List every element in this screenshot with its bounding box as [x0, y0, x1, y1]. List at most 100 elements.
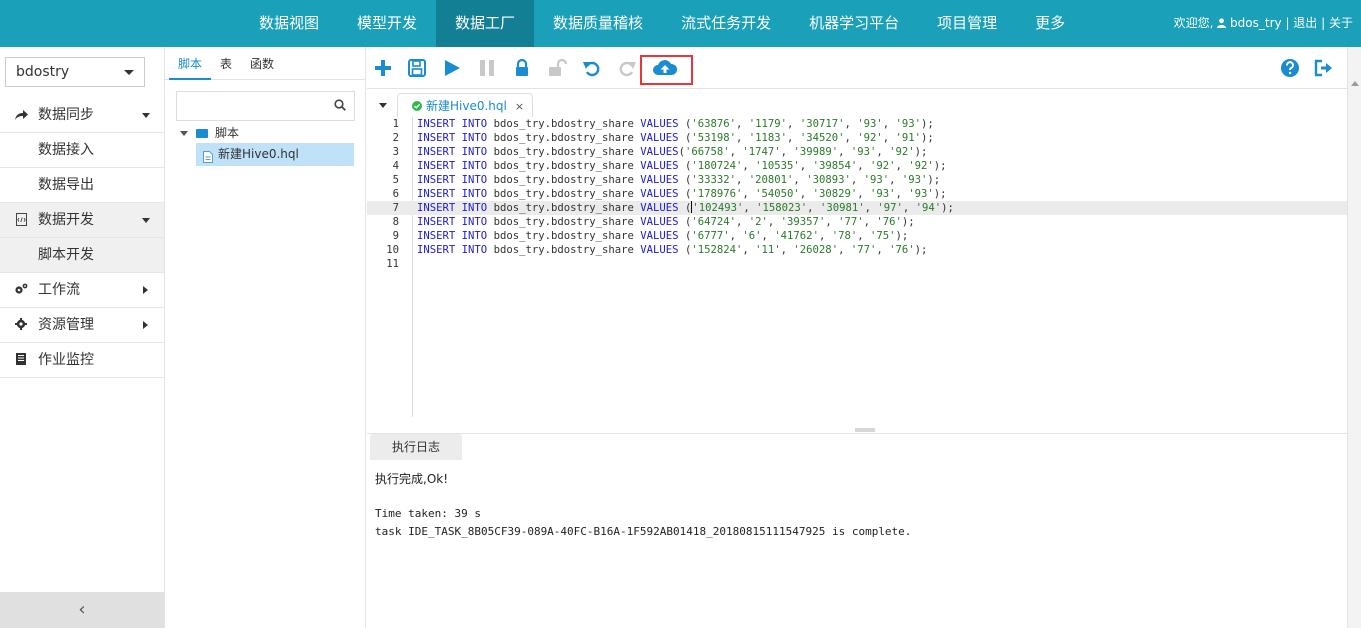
pause-button[interactable]: [477, 58, 499, 80]
chevron-down-icon[interactable]: [379, 103, 387, 108]
sidebar-item-data-export[interactable]: 数据导出: [0, 168, 164, 203]
project-select[interactable]: bdostry: [5, 57, 145, 87]
folder-icon: [196, 129, 208, 138]
tab-hive-script[interactable]: 新建Hive0.hql ×: [397, 93, 534, 117]
nav-item[interactable]: 数据工厂: [436, 0, 535, 47]
sql-string-value: '180724': [691, 160, 743, 172]
sql-keyword: VALUES: [640, 244, 679, 256]
sql-string-value: '39854': [812, 160, 858, 172]
sql-table-name: bdos_try.bdostry_share: [493, 244, 634, 256]
log-time-line: Time taken: 39 s: [375, 507, 481, 520]
log-panel: 执行日志 执行完成,Ok! Time taken: 39 s task IDE_…: [367, 433, 1347, 628]
sql-keyword: VALUES: [640, 174, 679, 186]
editor-toolbar: [367, 47, 1347, 89]
sql-keyword: INSERT: [417, 244, 456, 256]
nav-item[interactable]: 数据质量稽核: [534, 0, 662, 47]
about-link[interactable]: 关于: [1329, 16, 1353, 30]
sql-table-name: bdos_try.bdostry_share: [493, 188, 634, 200]
code-line: 10 INSERT INTO bdos_try.bdostry_share VAL…: [367, 243, 1347, 257]
sidebar-item-job-monitor[interactable]: 作业监控: [0, 343, 164, 378]
sidebar-item-data-dev[interactable]: 数据开发: [0, 203, 164, 238]
tree-file-item[interactable]: 新建Hive0.hql: [196, 143, 354, 166]
tab-execution-log[interactable]: 执行日志: [370, 434, 462, 460]
sql-table-name: bdos_try.bdostry_share: [493, 118, 634, 130]
sidebar-item-label: 数据同步: [38, 107, 94, 123]
log-status-line: 执行完成,Ok!: [375, 472, 449, 486]
code-editor[interactable]: 1 INSERT INTO bdos_try.bdostry_share VALU…: [367, 117, 1347, 417]
sql-string-value: '93': [901, 174, 928, 186]
new-script-button[interactable]: [373, 58, 395, 80]
redo-icon[interactable]: [617, 58, 639, 80]
code-line: 9 INSERT INTO bdos_try.bdostry_share VALU…: [367, 229, 1347, 243]
nav-item[interactable]: 更多: [1016, 0, 1084, 47]
code-line: 1 INSERT INTO bdos_try.bdostry_share VALU…: [367, 117, 1347, 131]
logout-link[interactable]: 退出: [1293, 16, 1317, 30]
nav-item[interactable]: 机器学习平台: [790, 0, 918, 47]
nav-item[interactable]: 模型开发: [338, 0, 436, 47]
book-icon: [14, 343, 28, 378]
sidebar-collapse-button[interactable]: ‹: [0, 592, 164, 628]
tab-functions[interactable]: 函数: [241, 47, 283, 80]
sql-keyword: VALUES: [640, 188, 679, 200]
sql-string-value: '92': [857, 132, 883, 144]
username[interactable]: bdos_try: [1230, 16, 1282, 30]
sidebar-item-data-sync[interactable]: 数据同步: [0, 98, 164, 133]
sql-string-value: '30717': [799, 118, 845, 130]
sql-string-value: '30893': [806, 174, 851, 186]
sidebar-item-resource-mgmt[interactable]: 资源管理: [0, 308, 164, 343]
tab-tables[interactable]: 表: [211, 47, 241, 80]
run-button[interactable]: [442, 58, 464, 80]
sql-keyword: INSERT: [417, 202, 456, 214]
code-line: 7 INSERT INTO bdos_try.bdostry_share VALU…: [367, 201, 1347, 215]
exit-icon[interactable]: [1313, 58, 1335, 80]
sql-keyword: INTO: [461, 188, 488, 200]
resize-handle[interactable]: [855, 428, 875, 432]
save-button[interactable]: [407, 58, 429, 80]
tab-scripts[interactable]: 脚本: [169, 47, 212, 80]
editor-file-tabs: 新建Hive0.hql ×: [367, 89, 1347, 117]
search-icon[interactable]: [334, 99, 346, 115]
sidebar-item-workflow[interactable]: 工作流: [0, 273, 164, 308]
lock-icon[interactable]: [512, 58, 534, 80]
tree-folder-scripts[interactable]: 脚本: [180, 123, 239, 143]
sql-string-value: '20801': [748, 174, 794, 186]
script-search-input[interactable]: [177, 92, 327, 120]
sql-string-value: '94': [915, 202, 942, 214]
line-number: 5: [392, 174, 399, 186]
nav-item[interactable]: 流式任务开发: [662, 0, 790, 47]
help-icon[interactable]: [1280, 58, 1302, 80]
page-scrollbar[interactable]: [1347, 47, 1361, 628]
chevron-right-icon: [143, 321, 148, 329]
sql-string-value: '93': [863, 174, 890, 186]
line-number: 2: [392, 132, 399, 144]
sql-string-value: '77': [850, 244, 877, 256]
sql-keyword: INSERT: [417, 118, 456, 130]
sql-string-value: '93': [908, 188, 934, 200]
sql-string-value: '41762': [774, 230, 819, 242]
nav-item[interactable]: 项目管理: [918, 0, 1016, 47]
cloud-upload-icon[interactable]: [652, 58, 678, 80]
code-line: 6 INSERT INTO bdos_try.bdostry_share VALU…: [367, 187, 1347, 201]
check-circle-icon: [412, 101, 422, 111]
nav-item[interactable]: 数据视图: [240, 0, 338, 47]
close-icon[interactable]: ×: [515, 100, 524, 113]
undo-icon[interactable]: [582, 58, 604, 80]
welcome-text: 欢迎您,: [1173, 16, 1214, 30]
scroll-up-icon[interactable]: [1351, 81, 1359, 86]
sql-string-value: '63876': [691, 118, 736, 130]
sql-table-name: bdos_try.bdostry_share: [493, 216, 634, 228]
code-line: 8 INSERT INTO bdos_try.bdostry_share VALU…: [367, 215, 1347, 229]
script-panel-tabs: 脚本 表 函数: [165, 47, 365, 80]
code-line: 11: [367, 257, 1347, 271]
unlock-icon[interactable]: [547, 58, 569, 80]
sql-string-value: '53198': [691, 132, 736, 144]
sql-keyword: VALUES: [640, 216, 679, 228]
project-select-value: bdostry: [16, 64, 70, 80]
sql-string-value: '30981': [819, 202, 865, 214]
sql-string-value: '93': [869, 188, 896, 200]
sidebar-item-data-import[interactable]: 数据接入: [0, 133, 164, 168]
sql-string-value: '26028': [793, 244, 839, 256]
sql-keyword: INTO: [461, 132, 488, 144]
sidebar-item-script-dev[interactable]: 脚本开发: [0, 238, 164, 273]
sql-keyword: INSERT: [417, 146, 456, 158]
